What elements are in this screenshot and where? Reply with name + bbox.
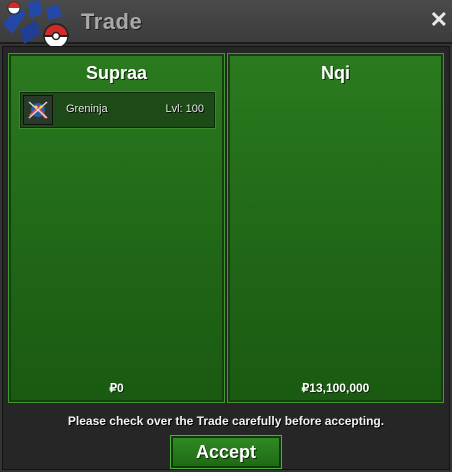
left-trade-panel: Supraa Greninja Lvl: 100 ₽0 (8, 53, 225, 403)
left-player-name: Supraa (85, 63, 148, 83)
trade-notice: Please check over the Trade carefully be… (67, 414, 385, 428)
greninja-sprite-icon (23, 95, 53, 125)
left-money: ₽0 (109, 381, 124, 395)
trade-window: Trade ✕ Supraa Greninja Lvl: 100 ₽0 Nqi … (0, 0, 452, 472)
right-money: ₽13,100,000 (301, 381, 370, 395)
accept-button[interactable]: Accept (170, 435, 282, 469)
pokemon-slot[interactable]: Greninja Lvl: 100 (19, 91, 216, 129)
window-title: Trade (81, 9, 143, 34)
title-bar[interactable]: Trade ✕ (0, 0, 452, 49)
pokemon-level: Lvl: 100 (165, 103, 204, 115)
pokemon-name: Greninja (66, 103, 108, 115)
right-player-name: Nqi (321, 63, 350, 83)
right-trade-panel: Nqi ₽13,100,000 (227, 53, 444, 403)
pokeball-emblem-icon (3, 0, 69, 49)
close-icon[interactable]: ✕ (430, 9, 448, 31)
